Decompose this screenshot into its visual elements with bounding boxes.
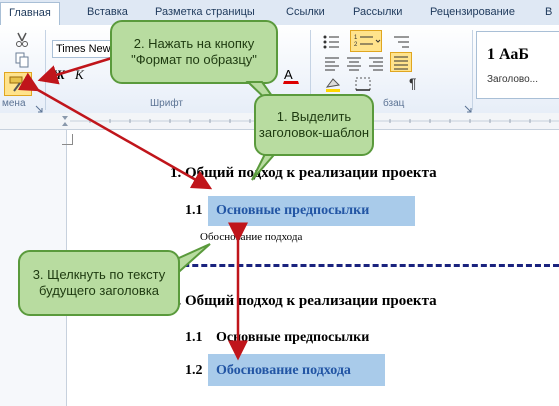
arrow-to-format-painter: [37, 56, 113, 85]
callout-step1: 1. Выделить заголовок-шаблон: [254, 94, 374, 156]
callout-step2: 2. Нажать на кнопку "Формат по образцу": [110, 20, 278, 84]
annotation-arrows: [17, 56, 248, 361]
arrow-to-top-heading: [17, 72, 213, 190]
callout-step3: 3. Щелкнуть по тексту будущего заголовка: [18, 250, 180, 316]
